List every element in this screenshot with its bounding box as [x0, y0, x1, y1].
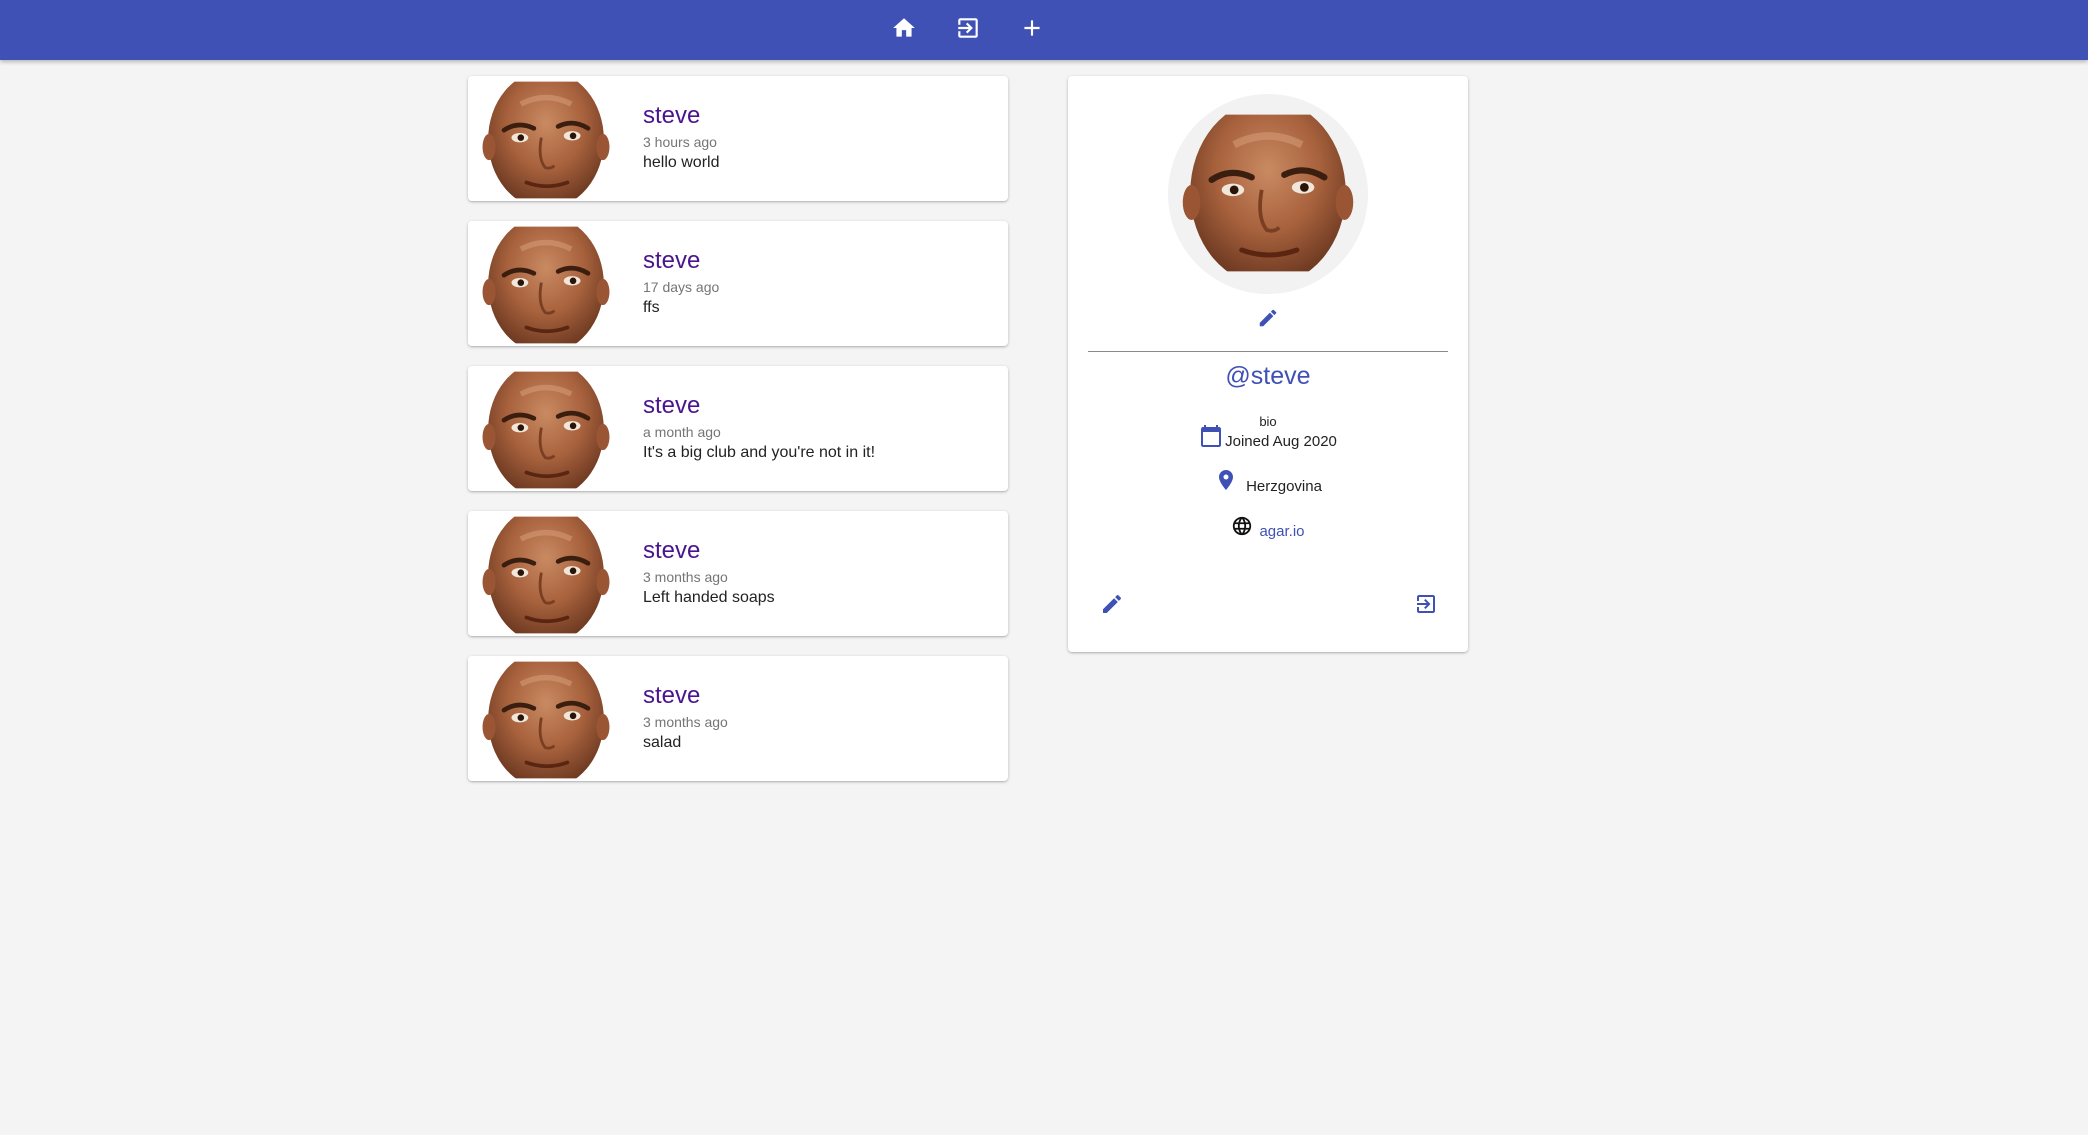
- scream-card: steve a month ago It's a big club and yo…: [468, 366, 1008, 491]
- scream-user-handle[interactable]: steve: [643, 537, 998, 565]
- scream-user-image: [468, 366, 618, 491]
- scream-date: 3 months ago: [643, 569, 728, 585]
- joined-date-row: Joined Aug 2020: [1068, 425, 1468, 452]
- scream-date: 17 days ago: [643, 279, 720, 295]
- logout-icon: [1414, 592, 1438, 621]
- scream-user-handle[interactable]: steve: [643, 247, 998, 275]
- divider: [1088, 351, 1448, 352]
- location-text: Herzgovina: [1246, 477, 1322, 495]
- scream-body: hello world: [643, 154, 720, 171]
- scream-user-image: [468, 76, 618, 201]
- login-icon: [955, 15, 981, 46]
- pencil-icon: [1100, 592, 1124, 621]
- scream-card: steve 3 months ago Left handed soaps: [468, 511, 1008, 636]
- edit-details-button[interactable]: [1094, 588, 1130, 624]
- app-bar: [0, 0, 2088, 60]
- location-row: Herzgovina: [1068, 470, 1468, 496]
- joined-date-text: Joined Aug 2020: [1225, 432, 1337, 450]
- scream-user-image: [468, 656, 618, 781]
- home-icon: [891, 15, 917, 46]
- scream-user-handle[interactable]: steve: [643, 102, 998, 130]
- scream-user-handle[interactable]: steve: [643, 682, 998, 710]
- scream-card: steve 17 days ago ffs: [468, 221, 1008, 346]
- scream-body: salad: [643, 734, 682, 751]
- scream-user-image: [468, 511, 618, 636]
- profile-avatar: [1168, 94, 1368, 294]
- website-row: agar.io: [1068, 516, 1468, 541]
- scream-card: steve 3 months ago salad: [468, 656, 1008, 781]
- home-button[interactable]: [886, 12, 922, 48]
- logout-button[interactable]: [1408, 588, 1444, 624]
- pencil-icon: [1257, 307, 1279, 334]
- scream-body: ffs: [643, 299, 660, 316]
- profile-handle[interactable]: @steve: [1068, 360, 1468, 392]
- edit-avatar-button[interactable]: [1250, 302, 1286, 338]
- scream-date: 3 months ago: [643, 714, 728, 730]
- calendar-icon: [1199, 424, 1223, 452]
- scream-feed: steve 3 hours ago hello world steve 17 d…: [468, 76, 1008, 801]
- add-scream-button[interactable]: [1014, 12, 1050, 48]
- globe-icon: [1231, 515, 1253, 541]
- scream-user-handle[interactable]: steve: [643, 392, 998, 420]
- scream-body: Left handed soaps: [643, 589, 775, 606]
- login-button[interactable]: [950, 12, 986, 48]
- scream-user-image: [468, 221, 618, 346]
- scream-date: a month ago: [643, 424, 721, 440]
- profile-card: @steve bio Joined Aug 2020 Herzgovina ag…: [1068, 76, 1468, 652]
- website-link[interactable]: agar.io: [1259, 523, 1304, 540]
- scream-body: It's a big club and you're not in it!: [643, 444, 876, 461]
- add-icon: [1019, 15, 1045, 46]
- profile-bio: bio: [1259, 414, 1277, 429]
- scream-card: steve 3 hours ago hello world: [468, 76, 1008, 201]
- location-pin-icon: [1214, 468, 1238, 496]
- scream-date: 3 hours ago: [643, 134, 717, 150]
